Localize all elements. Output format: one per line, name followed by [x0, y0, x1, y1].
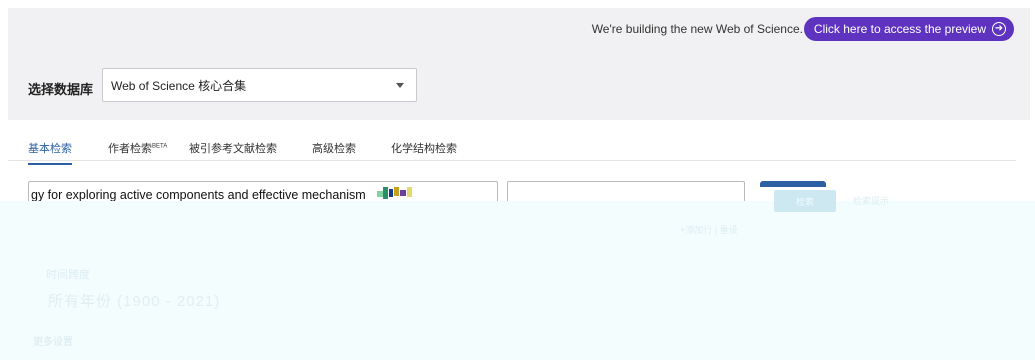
- time-span-label: 时间跨度: [46, 269, 90, 281]
- tab-advanced-search[interactable]: 高级检索: [312, 140, 356, 156]
- beta-badge: BETA: [152, 143, 168, 150]
- tab-chemical-structure-search[interactable]: 化学结构检索: [391, 140, 457, 156]
- arrow-right-circle-icon: ➜: [992, 22, 1006, 36]
- faded-search-options-region: [0, 201, 1035, 360]
- more-settings-toggle[interactable]: 更多设置: [33, 333, 73, 348]
- tab-cited-reference-search[interactable]: 被引参考文献检索: [189, 140, 277, 156]
- search-tabs: 基本检索 作者检索BETA 被引参考文献检索 高级检索 化学结构检索: [8, 120, 1016, 165]
- preview-access-button[interactable]: Click here to access the preview ➜: [803, 17, 1014, 41]
- tab-basic-search[interactable]: 基本检索: [28, 140, 72, 165]
- database-selected-value: Web of Science 核心合集: [111, 78, 247, 93]
- top-banner: We're building the new Web of Science. C…: [8, 8, 1030, 52]
- database-label: 选择数据库: [28, 82, 94, 97]
- preview-button-label: Click here to access the preview: [813, 22, 986, 36]
- database-dropdown[interactable]: Web of Science 核心合集: [102, 68, 417, 102]
- render-artifact: [377, 187, 414, 200]
- tab-author-search[interactable]: 作者检索BETA: [108, 140, 167, 156]
- search-button-top-edge[interactable]: [760, 181, 826, 187]
- chevron-down-icon: [396, 83, 404, 88]
- time-span-value[interactable]: 所有年份 (1900 - 2021): [48, 290, 220, 311]
- tab-author-search-label: 作者检索: [108, 143, 152, 155]
- search-tips-link[interactable]: 检索提示: [853, 194, 889, 207]
- search-button[interactable]: 检索: [774, 190, 836, 212]
- database-selector-panel: 选择数据库 Web of Science 核心合集: [8, 52, 1030, 120]
- banner-message: We're building the new Web of Science.: [591, 22, 803, 36]
- add-row-reset-links[interactable]: +添加行 | 重设: [680, 223, 738, 236]
